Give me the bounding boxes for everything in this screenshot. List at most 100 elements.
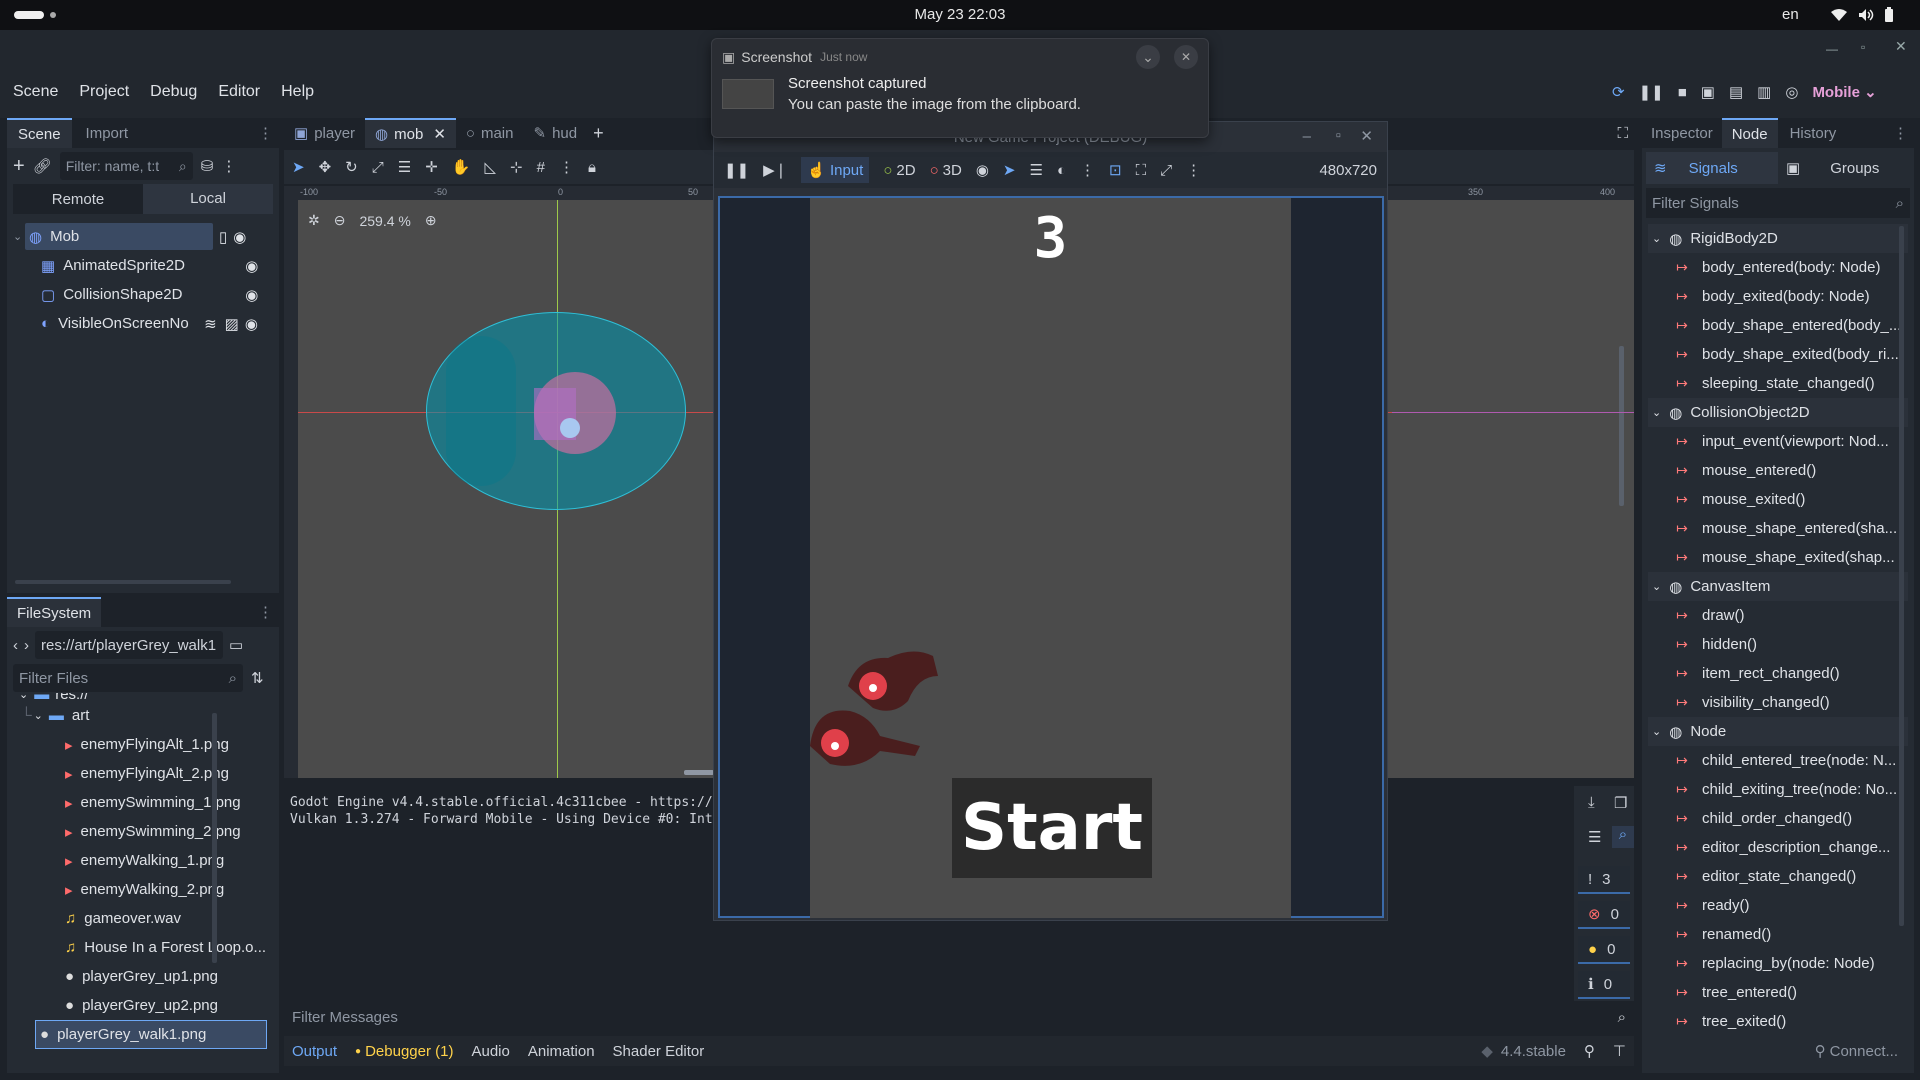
signal-item[interactable]: ↦ child_exiting_tree(node: No... — [1642, 775, 1914, 804]
close-icon[interactable]: ✕ — [1174, 45, 1198, 69]
signal-item[interactable]: ↦ item_rect_changed() — [1642, 659, 1914, 688]
pin-icon[interactable]: ⚲ — [1584, 1042, 1595, 1060]
sort-icon[interactable]: ⇅ — [251, 669, 264, 687]
tab-main[interactable]: ○ main — [456, 118, 524, 148]
move-tool-icon[interactable]: ✥ — [319, 158, 332, 176]
script-icon[interactable]: ⛁ — [201, 157, 214, 175]
close-icon[interactable]: ✕ — [1360, 127, 1373, 145]
toggle-2d[interactable]: ○ 2D — [883, 162, 915, 179]
menu-debug[interactable]: Debug — [150, 83, 197, 101]
tab-filesystem[interactable]: FileSystem — [7, 597, 102, 627]
link-icon[interactable]: 🔗︎ — [33, 157, 52, 175]
signal-icon[interactable]: ≋ — [204, 315, 217, 333]
more-icon[interactable]: ⋮ — [1080, 161, 1095, 179]
expand-icon[interactable]: ⌄ — [1136, 45, 1160, 69]
language-indicator[interactable]: en — [1782, 6, 1799, 23]
menu-help[interactable]: Help — [281, 83, 314, 101]
vertical-scrollbar[interactable] — [212, 713, 217, 963]
fullscreen-icon[interactable]: ⤢ — [1160, 162, 1172, 179]
rotate-tool-icon[interactable]: ↻ — [345, 158, 358, 176]
screenshot-notification[interactable]: ▣ Screenshot Just now ⌄ ✕ Screenshot cap… — [711, 38, 1209, 138]
pivot-tool-icon[interactable]: ✛ — [425, 158, 438, 176]
file-item[interactable]: ● playerGrey_up2.png — [7, 991, 279, 1020]
visibility-icon[interactable]: ◉ — [233, 228, 246, 246]
clear-output-icon[interactable]: ⤓ — [1588, 794, 1595, 811]
signals-scrollbar[interactable] — [1899, 226, 1904, 926]
more-icon[interactable]: ⋮ — [1186, 161, 1201, 179]
scene-menu-icon[interactable]: ⋮ — [221, 157, 236, 175]
signal-item[interactable]: ↦ tree_entered() — [1642, 978, 1914, 1007]
tree-item-mob[interactable]: ⌄ ◍ Mob ▯ ◉ — [13, 222, 273, 251]
signal-item[interactable]: ↦ mouse_shape_exited(shap... — [1642, 543, 1914, 572]
signal-item[interactable]: ↦ tree_exited() — [1642, 1007, 1914, 1036]
file-filter-input[interactable]: Filter Files ⌕ — [13, 664, 243, 692]
file-item[interactable]: ▸ enemyFlyingAlt_2.png — [7, 759, 279, 788]
message-count[interactable]: ! 3 — [1578, 866, 1630, 894]
copy-output-icon[interactable]: ❐ — [1614, 794, 1627, 812]
snap-icon[interactable]: ⊹ — [510, 158, 523, 176]
signal-item[interactable]: ↦ replacing_by(node: Node) — [1642, 949, 1914, 978]
tab-mob[interactable]: ◍ mob ✕ — [365, 118, 456, 148]
stop-icon[interactable]: ■ — [1678, 84, 1687, 101]
signal-item[interactable]: ↦ mouse_exited() — [1642, 485, 1914, 514]
search-toggle-icon[interactable]: ⌕ — [1612, 826, 1634, 848]
run-scene-icon[interactable]: ▥ — [1757, 83, 1771, 101]
dock-menu-icon[interactable]: ⋮ — [258, 603, 273, 621]
signal-item[interactable]: ↦ body_exited(body: Node) — [1642, 282, 1914, 311]
tab-animation[interactable]: Animation — [528, 1043, 595, 1060]
file-item[interactable]: ▸ enemySwimming_1.png — [7, 788, 279, 817]
file-item[interactable]: ▸ enemyWalking_2.png — [7, 875, 279, 904]
dock-menu-icon[interactable]: ⋮ — [1893, 124, 1908, 142]
scale-tool-icon[interactable]: ⤢ — [372, 159, 384, 176]
signal-item[interactable]: ↦ body_entered(body: Node) — [1642, 253, 1914, 282]
pan-tool-icon[interactable]: ✋ — [452, 158, 471, 176]
signal-item[interactable]: ↦ visibility_changed() — [1642, 688, 1914, 717]
menu-project[interactable]: Project — [79, 83, 129, 101]
center-view-icon[interactable]: ✲ — [308, 212, 320, 229]
tab-hud[interactable]: ✎ hud — [523, 118, 587, 148]
restore-icon[interactable]: ▫ — [1861, 40, 1865, 54]
signal-class-header[interactable]: ⌄ ◍ CanvasItem — [1648, 572, 1908, 601]
status-icons[interactable] — [1830, 7, 1894, 23]
signal-item[interactable]: ↦ input_event(viewport: Nod... — [1642, 427, 1914, 456]
visibility-icon[interactable]: ◉ — [976, 161, 989, 179]
signal-item[interactable]: ↦ body_shape_exited(body_ri... — [1642, 340, 1914, 369]
editor-count[interactable]: ℹ0 — [1578, 971, 1630, 999]
error-count[interactable]: ⊗ 0 — [1578, 901, 1630, 929]
fit-icon[interactable]: ⛶ — [1136, 162, 1147, 179]
signal-item[interactable]: ↦ child_order_changed() — [1642, 804, 1914, 833]
select-icon[interactable]: ➤ — [1003, 161, 1016, 179]
signal-item[interactable]: ↦ mouse_shape_entered(sha... — [1642, 514, 1914, 543]
signal-item[interactable]: ↦ child_entered_tree(node: N... — [1642, 746, 1914, 775]
add-tab-icon[interactable]: + — [593, 123, 604, 144]
file-item[interactable]: ● playerGrey_walk1.png — [35, 1020, 267, 1049]
ruler-tool-icon[interactable]: ◺ — [484, 158, 496, 176]
signal-item[interactable]: ↦ editor_description_change... — [1642, 833, 1914, 862]
path-field[interactable]: res://art/playerGrey_walk1 — [35, 631, 223, 659]
more-icon[interactable]: ⋮ — [559, 158, 574, 176]
list-select-icon[interactable]: ☰ — [398, 158, 411, 176]
tree-item-animatedsprite[interactable]: ▦ AnimatedSprite2D ◉ — [7, 251, 279, 280]
list-select-icon[interactable]: ☰ — [1029, 161, 1042, 179]
stretch-icon[interactable]: ⊡ — [1109, 161, 1122, 179]
signal-filter-input[interactable]: Filter Signals ⌕ — [1646, 188, 1910, 218]
start-button[interactable]: Start — [952, 778, 1152, 878]
connect-button[interactable]: ⚲ Connect... — [1642, 1036, 1914, 1066]
toggle-3d[interactable]: ○ 3D — [930, 162, 962, 179]
camera-icon[interactable]: ◐ — [1057, 162, 1066, 179]
input-toggle[interactable]: ☝ Input — [801, 157, 870, 183]
signal-item[interactable]: ↦ hidden() — [1642, 630, 1914, 659]
signal-item[interactable]: ↦ ready() — [1642, 891, 1914, 920]
lock-icon[interactable]: 🔒︎ — [588, 159, 596, 176]
tab-node[interactable]: Node — [1721, 118, 1778, 148]
zoom-in-icon[interactable]: ⊕ — [425, 212, 437, 229]
select-tool-icon[interactable]: ➤ — [292, 158, 305, 176]
game-viewport[interactable]: 3 Start — [718, 196, 1384, 918]
folder-art[interactable]: └ ⌄ ▬ art — [7, 701, 279, 730]
tab-import[interactable]: Import — [72, 118, 143, 148]
file-item[interactable]: ▸ enemySwimming_2.png — [7, 817, 279, 846]
signal-class-header[interactable]: ⌄ ◍ CollisionObject2D — [1648, 398, 1908, 427]
visibility-icon[interactable]: ◉ — [245, 286, 258, 304]
file-item[interactable]: ▸ enemyWalking_1.png — [7, 846, 279, 875]
signal-class-header[interactable]: ⌄ ◍ RigidBody2D — [1648, 224, 1908, 253]
